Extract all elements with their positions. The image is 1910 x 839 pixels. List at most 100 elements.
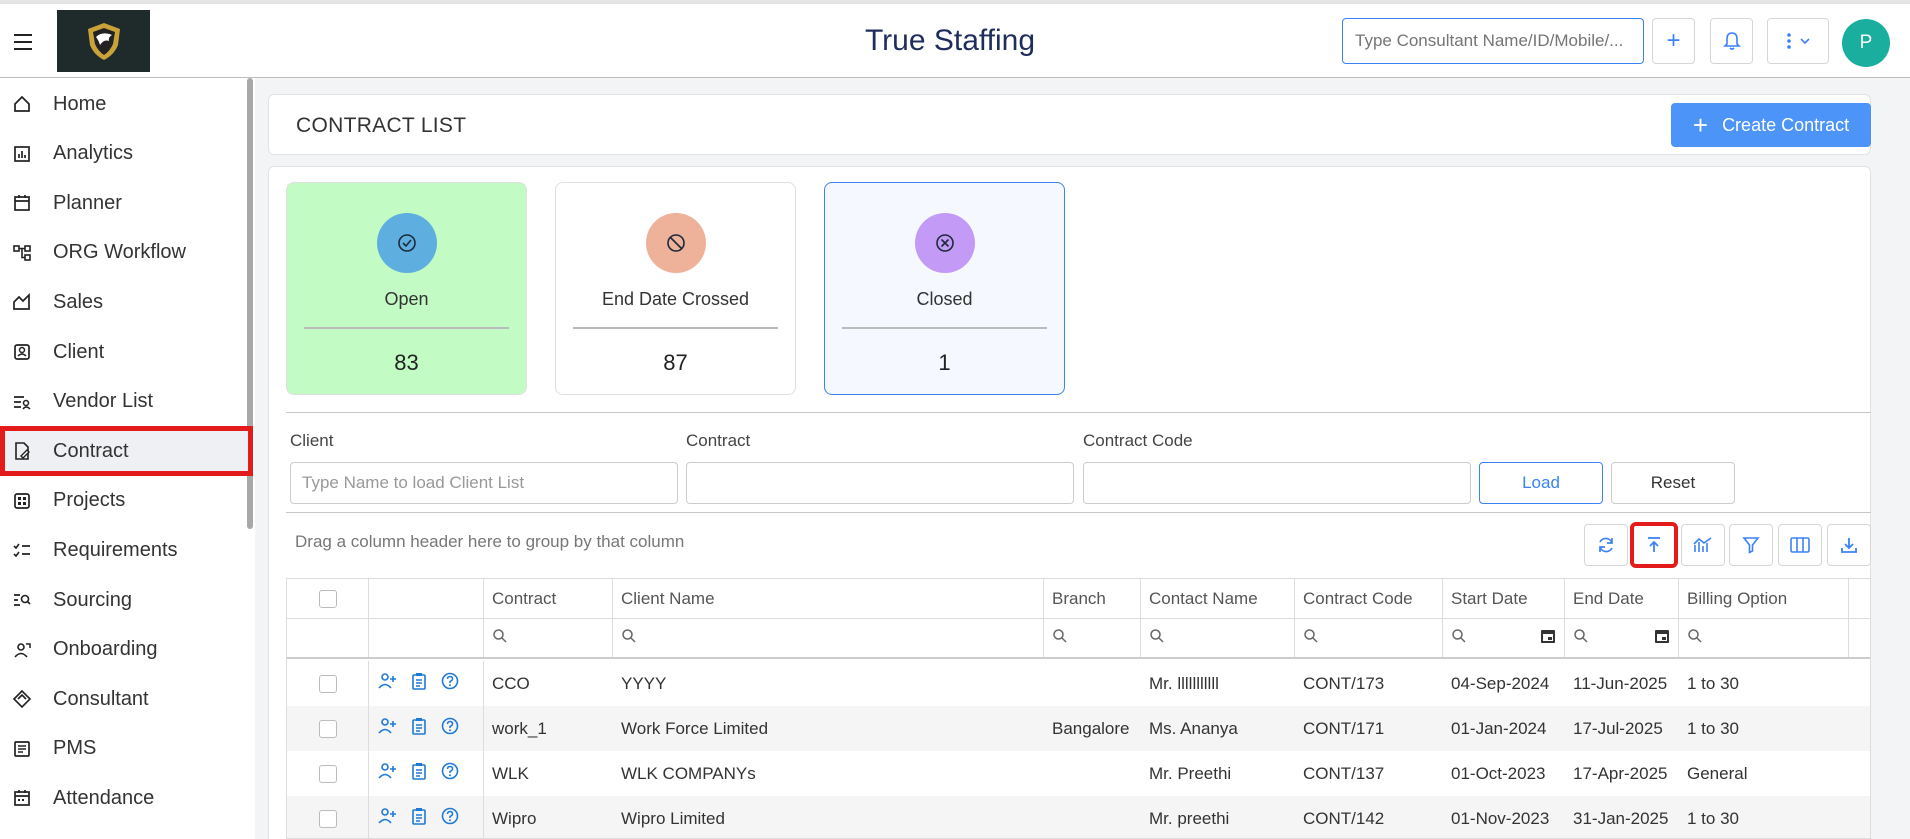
consultant-icon	[12, 689, 32, 709]
filter-spacer	[287, 619, 369, 657]
column-filter-cell[interactable]	[1295, 619, 1443, 657]
column-header[interactable]: Branch	[1044, 579, 1141, 618]
cell-end: 17-Apr-2025	[1573, 763, 1668, 783]
row-checkbox[interactable]	[319, 719, 337, 738]
load-button[interactable]: Load	[1479, 462, 1603, 504]
reset-button[interactable]: Reset	[1611, 462, 1735, 504]
clipboard-icon[interactable]	[411, 717, 427, 740]
cell-contact: Mr. lllllllllll	[1149, 673, 1219, 693]
stat-card-open[interactable]: Open 83	[286, 182, 527, 395]
sidebar-item-label: Planner	[53, 191, 122, 214]
check-circle-icon	[377, 213, 437, 273]
table-row[interactable]: Wipro Wipro Limited Mr. preethi CONT/142 01-…	[287, 796, 1870, 838]
column-filter-cell[interactable]	[484, 619, 613, 657]
column-filter-cell[interactable]	[1565, 619, 1679, 657]
sidebar-item-projects[interactable]: Projects	[0, 476, 253, 526]
column-header[interactable]: End Date	[1565, 579, 1679, 618]
column-header[interactable]: Contract Code	[1295, 579, 1443, 618]
create-contract-button[interactable]: + Create Contract	[1671, 103, 1871, 147]
sidebar-item-attendance[interactable]: Attendance	[0, 773, 253, 823]
sidebar-item-contract[interactable]: Contract	[0, 426, 253, 477]
contract-grid: Contract Client Name Branch Contact Name Con…	[286, 578, 1871, 839]
sidebar-item-label: Analytics	[53, 142, 134, 165]
clipboard-icon[interactable]	[411, 672, 427, 695]
column-filter-cell[interactable]	[1044, 619, 1141, 657]
sidebar-item-home[interactable]: Home	[0, 79, 253, 129]
calendar-picker-icon[interactable]	[1540, 628, 1556, 649]
sidebar-item-onboarding[interactable]: Onboarding	[0, 625, 253, 675]
help-icon[interactable]	[441, 762, 459, 785]
sidebar-item-vendor-list[interactable]: Vendor List	[0, 377, 253, 427]
row-checkbox[interactable]	[319, 764, 337, 783]
contract-filter-input[interactable]	[686, 462, 1074, 504]
add-user-icon[interactable]	[377, 762, 397, 785]
chart-icon[interactable]	[1681, 524, 1725, 566]
add-user-icon[interactable]	[377, 672, 397, 695]
add-button[interactable]: +	[1652, 18, 1695, 64]
add-user-icon[interactable]	[377, 807, 397, 830]
column-filter-cell[interactable]	[613, 619, 1044, 657]
column-header[interactable]: Contract	[484, 579, 613, 618]
cell-branch	[1044, 796, 1141, 838]
filter-spacer	[369, 619, 484, 657]
column-filter-cell[interactable]	[1141, 619, 1295, 657]
help-icon[interactable]	[441, 717, 459, 740]
row-checkbox[interactable]	[319, 809, 337, 828]
sidebar-item-sales[interactable]: Sales	[0, 277, 253, 327]
column-header[interactable]: Start Date	[1443, 579, 1565, 618]
help-icon[interactable]	[441, 807, 459, 830]
sidebar-item-client[interactable]: Client	[0, 327, 253, 377]
consultant-search-input[interactable]	[1342, 18, 1644, 64]
cell-contact: Ms. Ananya	[1149, 718, 1238, 738]
add-user-icon[interactable]	[377, 717, 397, 740]
clipboard-icon[interactable]	[411, 807, 427, 830]
sidebar-item-org-workflow[interactable]: ORG Workflow	[0, 228, 253, 278]
sidebar-item-analytics[interactable]: Analytics	[0, 129, 253, 179]
user-avatar[interactable]: P	[1842, 19, 1890, 67]
download-icon[interactable]	[1827, 524, 1871, 566]
column-header[interactable]: Billing Option	[1679, 579, 1849, 618]
table-row[interactable]: WLK WLK COMPANYs Mr. Preethi CONT/137 01-Oct…	[287, 751, 1870, 796]
stat-value: 1	[938, 350, 951, 375]
divider	[286, 512, 1871, 513]
cell-contract[interactable]: WLK	[484, 751, 613, 796]
help-icon[interactable]	[441, 672, 459, 695]
sidebar-item-planner[interactable]: Planner	[0, 178, 253, 228]
sidebar-item-requirements[interactable]: Requirements	[0, 525, 253, 575]
clipboard-icon[interactable]	[411, 762, 427, 785]
contract-code-filter-input[interactable]	[1083, 462, 1471, 504]
upload-icon[interactable]	[1630, 522, 1678, 568]
stat-card-closed[interactable]: Closed 1	[824, 182, 1065, 395]
page-title-bar: CONTRACT LIST + Create Contract	[268, 94, 1871, 155]
notifications-bell-icon[interactable]	[1710, 18, 1753, 64]
stat-card-end-date-crossed[interactable]: End Date Crossed 87	[555, 182, 796, 395]
sidebar-item-sourcing[interactable]: Sourcing	[0, 575, 253, 625]
columns-icon[interactable]	[1778, 524, 1822, 566]
refresh-icon[interactable]	[1584, 524, 1628, 566]
column-filter-cell[interactable]	[1679, 619, 1849, 657]
column-filter-cell[interactable]	[1443, 619, 1565, 657]
search-icon	[1573, 628, 1589, 649]
cell-contract[interactable]: work_1	[484, 706, 613, 751]
cell-contract[interactable]: CCO	[484, 661, 613, 706]
search-icon	[492, 628, 508, 649]
vendor-list-icon	[12, 392, 32, 412]
table-row[interactable]: work_1 Work Force Limited Bangalore Ms. Ana…	[287, 706, 1870, 751]
cell-contract[interactable]: Wipro	[484, 796, 613, 838]
column-header[interactable]: Contact Name	[1141, 579, 1295, 618]
table-row[interactable]: CCO YYYY Mr. lllllllllll CONT/173 04-Sep-202…	[287, 661, 1870, 706]
sidebar-item-consultant[interactable]: Consultant	[0, 674, 253, 724]
sidebar-item-pms[interactable]: PMS	[0, 724, 253, 774]
client-filter-input[interactable]: Type Name to load Client List	[290, 462, 678, 504]
attendance-icon	[12, 788, 32, 808]
cell-code: CONT/171	[1303, 718, 1385, 738]
row-actions	[369, 706, 484, 751]
filter-icon[interactable]	[1729, 524, 1773, 566]
column-header[interactable]: Client Name	[613, 579, 1044, 618]
calendar-picker-icon[interactable]	[1654, 628, 1670, 649]
onboarding-icon	[12, 640, 32, 660]
select-all-checkbox[interactable]	[319, 589, 337, 608]
row-checkbox[interactable]	[319, 674, 337, 693]
row-actions	[369, 796, 484, 838]
more-options-dropdown[interactable]	[1767, 18, 1829, 64]
